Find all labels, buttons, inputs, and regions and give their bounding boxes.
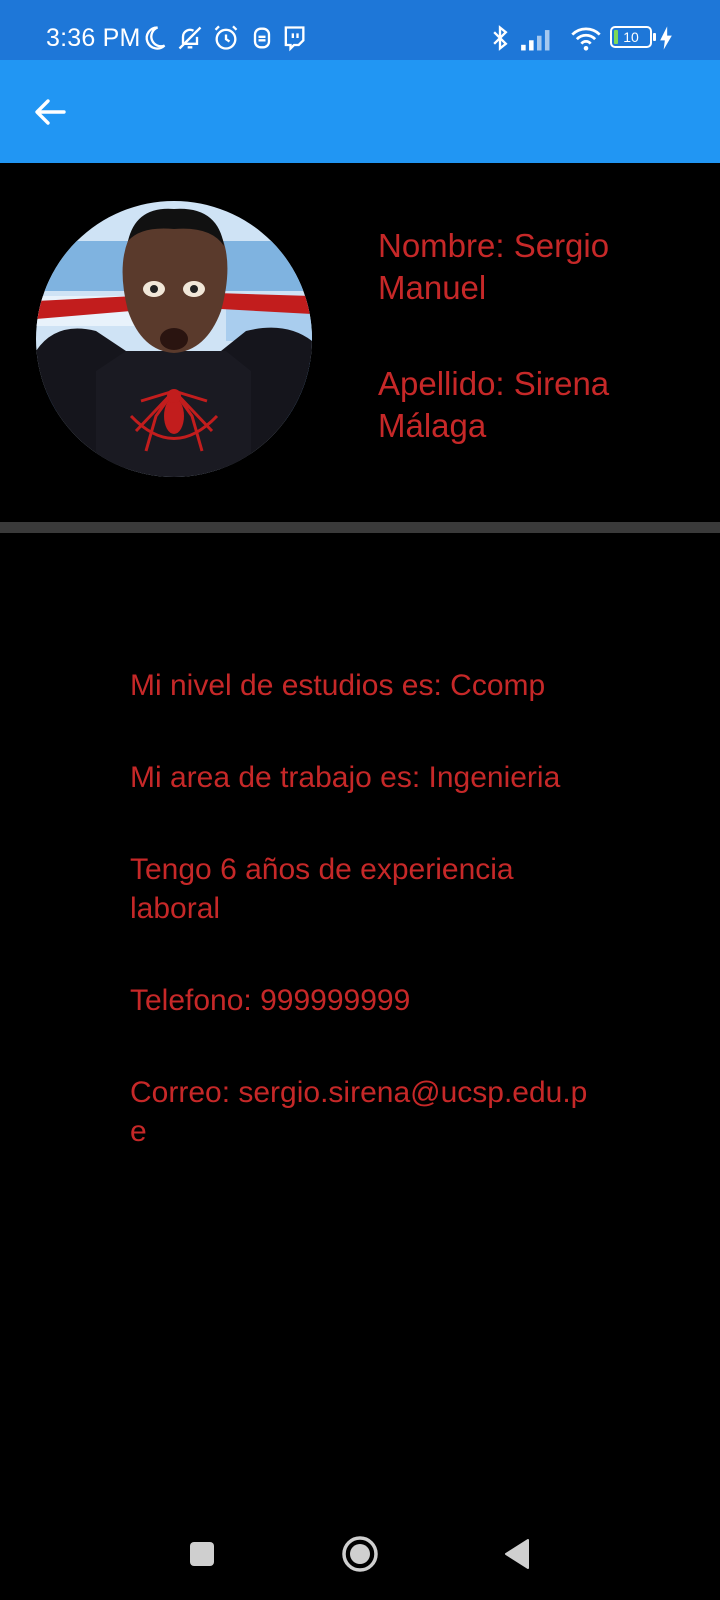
recents-icon bbox=[190, 1542, 214, 1566]
notification-app-icon bbox=[248, 24, 276, 52]
education-text: Mi nivel de estudios es: Ccomp bbox=[130, 669, 546, 702]
moon-icon bbox=[140, 24, 168, 52]
charging-icon bbox=[658, 24, 674, 52]
battery-level: 10 bbox=[623, 29, 639, 45]
section-divider bbox=[0, 522, 720, 533]
wifi-icon bbox=[570, 24, 602, 52]
alarm-icon bbox=[212, 24, 240, 52]
status-bar: 3:36 PM 10 bbox=[0, 0, 720, 60]
bluetooth-icon bbox=[486, 24, 514, 52]
profile-surname: Apellido: Sirena Málaga bbox=[378, 365, 610, 444]
app-bar bbox=[0, 60, 720, 163]
recents-button[interactable] bbox=[176, 1528, 228, 1580]
profile-details: Mi nivel de estudios es: Ccomp Mi area d… bbox=[130, 666, 590, 1204]
back-triangle-icon bbox=[505, 1539, 529, 1569]
work-area-text: Mi area de trabajo es: Ingenieria bbox=[130, 761, 561, 794]
email-text: Correo: sergio.sirena@ucsp.edu.pe bbox=[130, 1076, 588, 1148]
name-block: Nombre: Sergio Manuel Apellido: Sirena M… bbox=[378, 225, 688, 501]
twitch-icon bbox=[280, 24, 308, 52]
signal-icon bbox=[520, 24, 554, 52]
experience-text: Tengo 6 años de experiencia laboral bbox=[130, 853, 514, 925]
home-icon bbox=[342, 1536, 378, 1572]
profile-header: Nombre: Sergio Manuel Apellido: Sirena M… bbox=[0, 163, 720, 523]
bell-off-icon bbox=[176, 24, 204, 52]
battery-icon: 10 bbox=[610, 26, 656, 48]
home-button[interactable] bbox=[334, 1528, 386, 1580]
profile-avatar bbox=[36, 201, 312, 477]
back-nav-button[interactable] bbox=[492, 1528, 544, 1580]
status-time: 3:36 PM bbox=[46, 24, 141, 52]
profile-name: Nombre: Sergio Manuel bbox=[378, 227, 610, 306]
phone-text: Telefono: 999999999 bbox=[130, 984, 411, 1017]
back-button[interactable] bbox=[26, 88, 74, 136]
navigation-bar bbox=[0, 1508, 720, 1600]
arrow-left-icon bbox=[35, 99, 66, 125]
